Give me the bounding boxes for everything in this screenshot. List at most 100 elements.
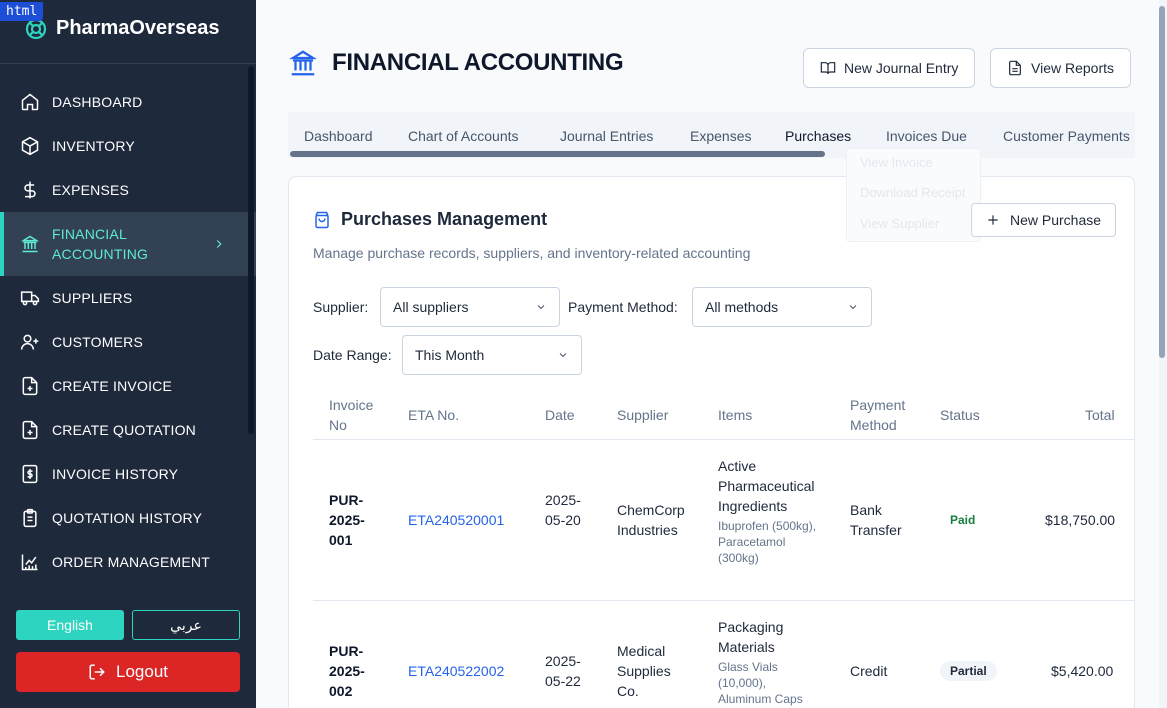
book-open-icon — [820, 62, 836, 75]
view-reports-label: View Reports — [1031, 60, 1115, 76]
new-purchase-label: New Purchase — [1010, 212, 1102, 228]
cell-date: 2025-05-20 — [545, 492, 581, 528]
sidebar-item-suppliers[interactable]: SUPPLIERS — [0, 276, 256, 320]
bank-icon — [289, 50, 317, 76]
column-header-items[interactable]: Items — [718, 405, 752, 425]
tab-chart-of-accounts[interactable]: Chart of Accounts — [408, 128, 519, 144]
chevron-down-icon — [559, 353, 567, 358]
tab-customer-payments[interactable]: Customer Payments — [1003, 128, 1130, 144]
cell-eta-link[interactable]: ETA240522002 — [408, 661, 504, 681]
payment-method-select[interactable]: All methods — [692, 287, 872, 327]
cell-invoice-no: PUR-2025-001 — [329, 492, 365, 548]
sidebar-item-label: CREATE QUOTATION — [52, 422, 196, 438]
sidebar-item-label: CREATE INVOICE — [52, 378, 173, 394]
status-badge: Partial — [940, 661, 997, 681]
card-title-text: Purchases Management — [341, 209, 548, 229]
cell-item-title: Active Pharmaceutical Ingredients — [718, 458, 815, 514]
html-badge: html — [0, 2, 44, 21]
language-switch: English عربي — [16, 610, 240, 640]
sidebar-item-label: FINANCIAL ACCOUNTING — [52, 226, 149, 262]
logout-label: Logout — [116, 662, 168, 681]
main-content: FINANCIAL ACCOUNTING New Journal Entry V… — [256, 0, 1159, 708]
page-title: FINANCIAL ACCOUNTING — [332, 49, 624, 76]
sidebar-item-label: SUPPLIERS — [52, 290, 133, 306]
menu-item-view-invoice[interactable]: View Invoice — [860, 155, 933, 170]
menu-item-download-receipt[interactable]: Download Receipt — [860, 185, 966, 200]
tab-expenses[interactable]: Expenses — [690, 128, 751, 144]
sidebar-item-create-quotation[interactable]: CREATE QUOTATION — [0, 408, 256, 452]
cell-payment-method: Credit — [850, 663, 888, 679]
bank-icon — [20, 235, 40, 253]
sidebar-item-customers[interactable]: CUSTOMERS — [0, 320, 256, 364]
file-text-icon — [1009, 60, 1021, 76]
file-plus-icon — [22, 376, 38, 396]
chevron-right-icon — [216, 240, 222, 248]
cell-eta-link[interactable]: ETA240520001 — [408, 510, 504, 530]
column-header-payment-method[interactable]: Payment Method — [850, 395, 920, 435]
new-journal-entry-label: New Journal Entry — [844, 60, 959, 76]
column-header-supplier[interactable]: Supplier — [617, 405, 668, 425]
sidebar-item-financial-accounting[interactable]: FINANCIAL ACCOUNTING — [0, 212, 256, 276]
date-range-select[interactable]: This Month — [402, 335, 582, 375]
cell-item-title: Packaging Materials — [718, 619, 784, 655]
new-purchase-button[interactable]: New Purchase — [971, 203, 1117, 237]
tab-scrollbar[interactable] — [290, 151, 825, 157]
payment-method-select-value: All methods — [705, 299, 779, 315]
tab-purchases[interactable]: Purchases — [785, 128, 851, 144]
table-divider — [313, 439, 1134, 440]
dollar-icon — [24, 181, 36, 199]
column-header-date[interactable]: Date — [545, 405, 575, 425]
column-header-total[interactable]: Total — [1085, 405, 1115, 425]
supplier-filter-label: Supplier: — [313, 299, 369, 315]
purchases-card: Purchases Management Manage purchase rec… — [288, 176, 1135, 708]
sidebar-nav: DASHBOARD INVENTORY EXPENSES FINANCIAL A… — [0, 80, 256, 584]
box-icon — [21, 136, 39, 156]
supplier-select[interactable]: All suppliers — [380, 287, 560, 327]
sidebar-scrollbar[interactable] — [248, 66, 254, 434]
sidebar-item-label: ORDER MANAGEMENT — [52, 554, 210, 570]
page-scrollbar-thumb[interactable] — [1159, 6, 1165, 358]
sidebar-item-quotation-history[interactable]: QUOTATION HISTORY — [0, 496, 256, 540]
cell-items: Packaging Materials Glass Vials (10,000)… — [718, 617, 818, 707]
column-header-eta-no[interactable]: ETA No. — [408, 405, 459, 425]
new-journal-entry-button[interactable]: New Journal Entry — [803, 48, 976, 88]
sidebar-item-label: QUOTATION HISTORY — [52, 510, 203, 526]
tab-bar: Dashboard Chart of Accounts Journal Entr… — [288, 112, 1135, 158]
sidebar-item-create-invoice[interactable]: CREATE INVOICE — [0, 364, 256, 408]
cell-date: 2025-05-22 — [545, 653, 581, 689]
sidebar-item-label: DASHBOARD — [52, 94, 143, 110]
sidebar-item-dashboard[interactable]: DASHBOARD — [0, 80, 256, 124]
cell-payment-method: Bank Transfer — [850, 502, 902, 538]
chart-icon — [21, 554, 38, 571]
tab-invoices-due[interactable]: Invoices Due — [886, 128, 967, 144]
cell-item-details: Ibuprofen (500kg), Paracetamol (300kg) — [718, 519, 817, 565]
file-plus-icon — [22, 420, 38, 440]
column-header-status[interactable]: Status — [940, 405, 980, 425]
cell-total: $5,420.00 — [1051, 663, 1114, 679]
table-divider — [313, 600, 1134, 601]
supplier-select-value: All suppliers — [393, 299, 469, 315]
menu-item-view-supplier[interactable]: View Supplier — [860, 216, 939, 231]
chevron-down-icon — [849, 305, 857, 310]
tab-journal-entries[interactable]: Journal Entries — [560, 128, 653, 144]
brand-name: PharmaOverseas — [56, 17, 220, 39]
language-arabic-button[interactable]: عربي — [132, 610, 240, 640]
column-header-invoice-no[interactable]: Invoice No — [329, 395, 389, 435]
date-range-filter-label: Date Range: — [313, 347, 392, 363]
sidebar-item-label: CUSTOMERS — [52, 334, 143, 350]
tab-dashboard[interactable]: Dashboard — [304, 128, 373, 144]
cell-supplier: Medical Supplies Co. — [617, 643, 671, 699]
sidebar-item-order-management[interactable]: ORDER MANAGEMENT — [0, 540, 256, 584]
logout-button[interactable]: Logout — [16, 652, 240, 692]
row-actions-menu: View Invoice Download Receipt View Suppl… — [846, 148, 981, 242]
sidebar-item-expenses[interactable]: EXPENSES — [0, 168, 256, 212]
view-reports-button[interactable]: View Reports — [990, 48, 1132, 88]
page-header: FINANCIAL ACCOUNTING — [288, 48, 624, 78]
language-english-button[interactable]: English — [16, 610, 124, 640]
date-range-select-value: This Month — [415, 347, 485, 363]
sidebar-item-inventory[interactable]: INVENTORY — [0, 124, 256, 168]
home-icon — [21, 93, 39, 111]
cell-total: $18,750.00 — [1045, 512, 1116, 528]
clipboard-icon — [23, 508, 37, 528]
sidebar-item-invoice-history[interactable]: INVOICE HISTORY — [0, 452, 256, 496]
